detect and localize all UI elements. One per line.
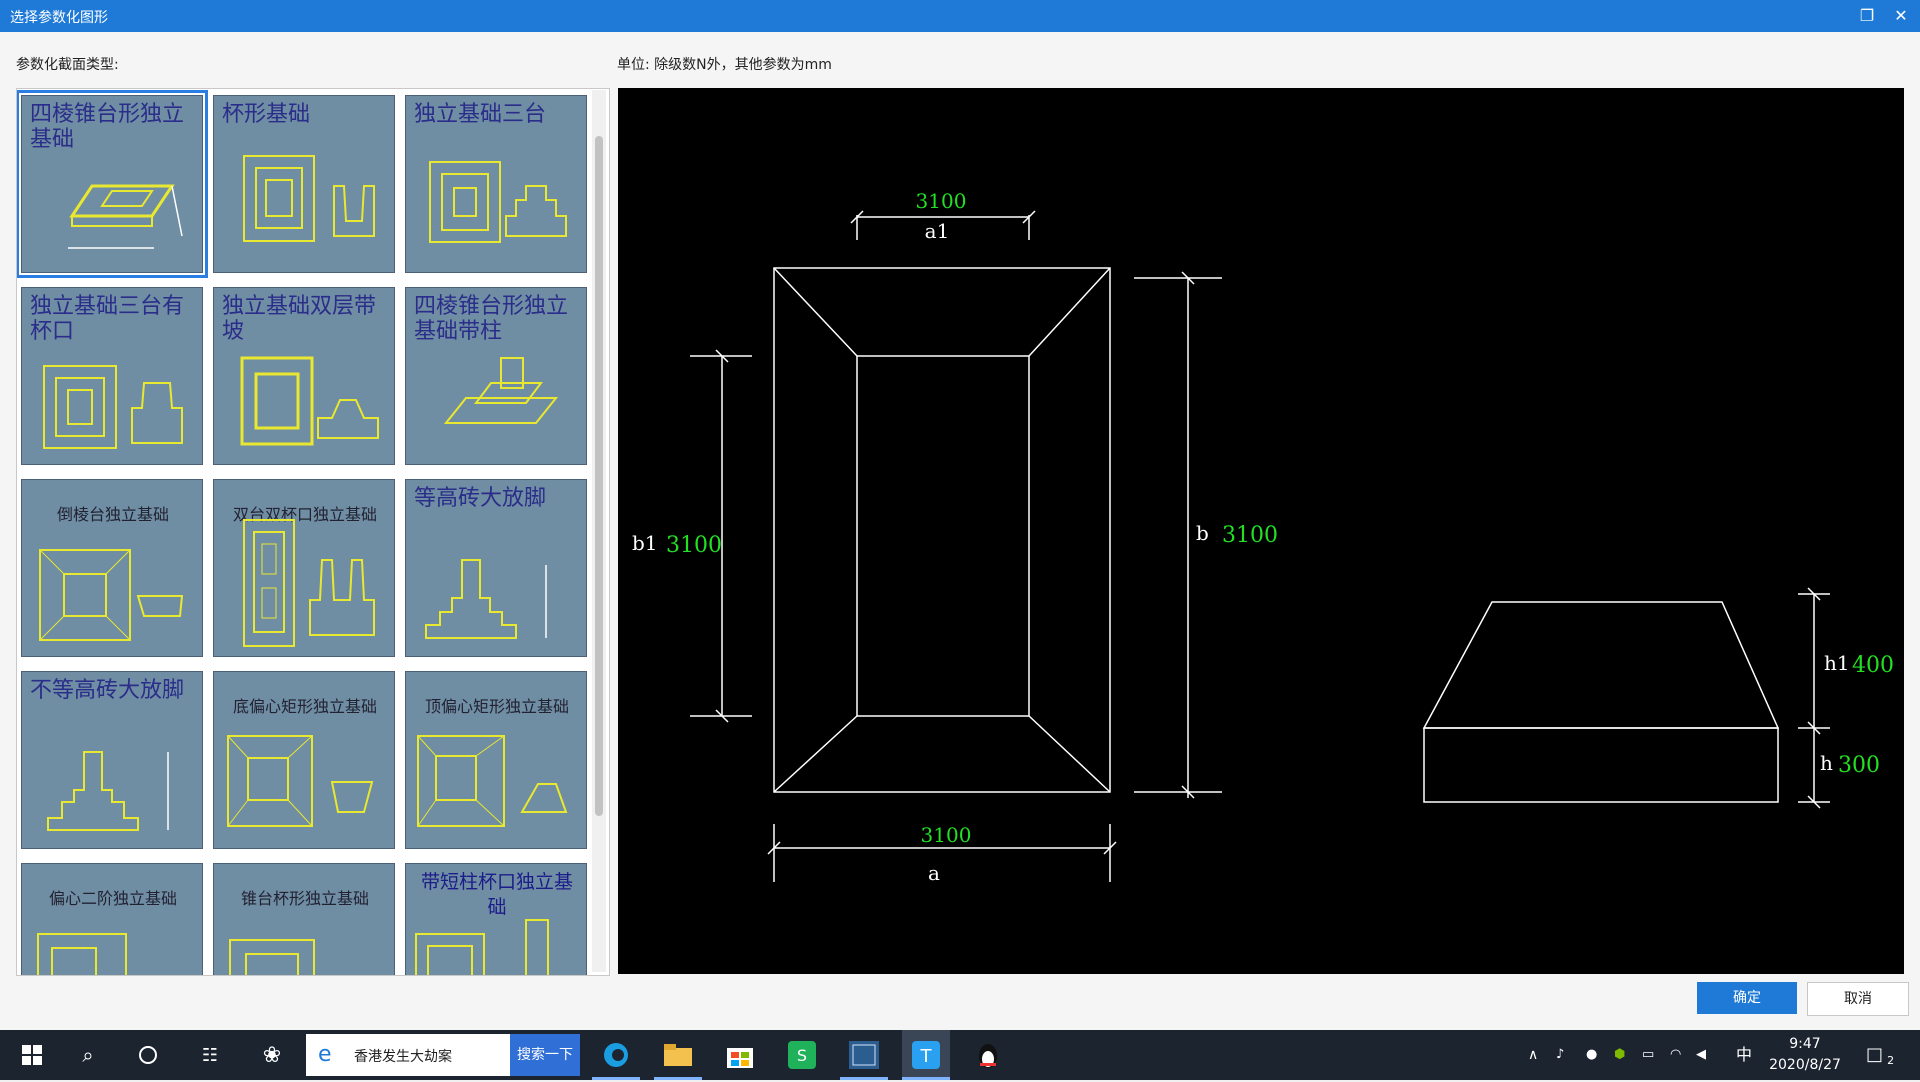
clock-time: 9:47 bbox=[1789, 1036, 1821, 1052]
pyramid-column-thumb-icon bbox=[443, 357, 559, 424]
tile-pyramid-footing-with-column[interactable]: 四棱锥台形独立基础带柱 bbox=[405, 287, 587, 465]
tile-equal-brick-footing[interactable]: 等高砖大放脚 bbox=[405, 479, 587, 657]
tile-inverted-frustum-footing[interactable]: 倒棱台独立基础 bbox=[21, 479, 203, 657]
window-title: 选择参数化图形 bbox=[10, 10, 108, 26]
unequal-brick-thumb-icon bbox=[47, 751, 169, 831]
t-app-icon[interactable]: T bbox=[902, 1030, 950, 1080]
bottom-eccentric-thumb-icon bbox=[227, 735, 374, 827]
h1-label: h1 bbox=[1824, 651, 1850, 675]
window-titlebar: 选择参数化图形 ❐ ✕ bbox=[0, 0, 1920, 32]
cad-app-icon[interactable] bbox=[840, 1030, 888, 1080]
qq-penguin-icon[interactable] bbox=[964, 1030, 1012, 1080]
tile-frustum-cup-footing[interactable]: 锥台杯形独立基础 bbox=[213, 863, 395, 975]
store-icon[interactable] bbox=[716, 1030, 764, 1080]
equal-brick-thumb-icon bbox=[425, 559, 547, 639]
clock-date: 2020/8/27 bbox=[1769, 1057, 1841, 1073]
search-text: 香港发生大劫案 bbox=[354, 1049, 452, 1065]
tray-chevron-icon[interactable]: ∧ bbox=[1528, 1030, 1548, 1080]
a1-label: a1 bbox=[925, 219, 950, 243]
cortana-icon[interactable] bbox=[124, 1030, 172, 1080]
top-eccentric-thumb-icon bbox=[417, 735, 568, 827]
b1-value: 3100 bbox=[666, 533, 722, 558]
section-type-label: 参数化截面类型: bbox=[16, 57, 119, 73]
ie-logo-icon: e bbox=[318, 1042, 332, 1067]
close-icon[interactable]: ✕ bbox=[1886, 4, 1916, 28]
battery-icon[interactable]: ▭ bbox=[1642, 1030, 1662, 1080]
task-view-icon[interactable]: ☷ bbox=[186, 1030, 234, 1080]
svg-text:T: T bbox=[920, 1046, 933, 1067]
b-label: b bbox=[1196, 521, 1209, 545]
plan-inner-rect bbox=[856, 355, 1030, 717]
shape-gallery[interactable]: 四棱锥台形独立基础 杯形基础 独立基础三台 独立基础三台有杯口 独立基础双层带坡… bbox=[16, 88, 610, 976]
notification-bell-icon[interactable]: ♪ bbox=[1556, 1030, 1576, 1080]
tile-unequal-brick-footing[interactable]: 不等高砖大放脚 bbox=[21, 671, 203, 849]
security-tray-icon[interactable]: ⬢ bbox=[1614, 1030, 1634, 1080]
a-label: a bbox=[928, 861, 940, 885]
pyramid-footing-thumb-icon bbox=[68, 184, 183, 249]
plan-outer-rect bbox=[773, 267, 1111, 793]
tile-two-layer-sloped-footing[interactable]: 独立基础双层带坡 bbox=[213, 287, 395, 465]
three-step-footing-thumb-icon bbox=[429, 161, 567, 243]
inverted-frustum-thumb-icon bbox=[39, 549, 184, 641]
gallery-scrollbar-thumb[interactable] bbox=[595, 136, 603, 816]
cancel-button[interactable]: 取消 bbox=[1807, 982, 1909, 1016]
unit-label: 单位: 除级数N外，其他参数为mm bbox=[617, 57, 832, 73]
three-step-cup-thumb-icon bbox=[43, 365, 183, 449]
cup-footing-thumb-icon bbox=[243, 155, 375, 242]
h-label: h bbox=[1820, 751, 1833, 775]
edge-icon[interactable] bbox=[592, 1030, 640, 1080]
taskbar-search-box[interactable]: e 香港发生大劫案 bbox=[306, 1034, 510, 1076]
b-value: 3100 bbox=[1222, 523, 1278, 548]
dialog-body: 参数化截面类型: 单位: 除级数N外，其他参数为mm 四棱锥台形独立基础 杯形基… bbox=[0, 32, 1920, 1030]
eccentric-two-step-thumb-icon bbox=[37, 933, 127, 975]
h-value: 300 bbox=[1838, 753, 1880, 778]
tile-three-step-footing[interactable]: 独立基础三台 bbox=[405, 95, 587, 273]
qq-tray-icon[interactable]: ● bbox=[1586, 1030, 1606, 1080]
tile-short-column-cup-footing[interactable]: 带短柱杯口独立基础 bbox=[405, 863, 587, 975]
h1-value: 400 bbox=[1852, 653, 1894, 678]
taskbar: ⌕ ☷ ❀ e 香港发生大劫案 搜索一下 S T ∧ ♪ ● ⬢ ▭ ◠ ◀ 中… bbox=[0, 1030, 1920, 1080]
tile-pyramid-footing[interactable]: 四棱锥台形独立基础 bbox=[17, 90, 208, 278]
section-frustum bbox=[1422, 601, 1780, 729]
search-icon[interactable]: ⌕ bbox=[64, 1030, 112, 1080]
taskbar-clock[interactable]: 9:47 2020/8/27 bbox=[1752, 1034, 1858, 1076]
frustum-cup-thumb-icon bbox=[229, 939, 315, 975]
ok-button[interactable]: 确定 bbox=[1697, 982, 1797, 1014]
tile-cup-footing[interactable]: 杯形基础 bbox=[213, 95, 395, 273]
action-center-icon[interactable]: □ 2 bbox=[1866, 1030, 1906, 1080]
wifi-icon[interactable]: ◠ bbox=[1670, 1030, 1690, 1080]
file-explorer-icon[interactable] bbox=[654, 1030, 702, 1080]
wps-sheets-icon[interactable]: S bbox=[778, 1030, 826, 1080]
tile-three-step-cup-footing[interactable]: 独立基础三台有杯口 bbox=[21, 287, 203, 465]
volume-icon[interactable]: ◀ bbox=[1696, 1030, 1716, 1080]
double-cup-thumb-icon bbox=[243, 519, 375, 647]
section-base bbox=[1423, 727, 1779, 803]
two-layer-sloped-thumb-icon bbox=[240, 356, 379, 446]
a-value: 3100 bbox=[921, 823, 972, 847]
search-button[interactable]: 搜索一下 bbox=[510, 1034, 580, 1076]
windows-start-icon[interactable] bbox=[8, 1030, 56, 1080]
b1-label: b1 bbox=[632, 531, 658, 555]
action-center-glyph: □ bbox=[1866, 1044, 1884, 1065]
short-column-cup-thumb-icon bbox=[415, 919, 549, 975]
footing-drawing: 3100 a1 b1 3100 b 3100 3100 a h1 400 h 3… bbox=[632, 189, 1894, 885]
tile-eccentric-two-step-footing[interactable]: 偏心二阶独立基础 bbox=[21, 863, 203, 975]
app-swirl-icon[interactable]: ❀ bbox=[248, 1030, 296, 1080]
notification-count: 2 bbox=[1887, 1054, 1895, 1067]
a1-value: 3100 bbox=[916, 189, 967, 213]
preview-canvas: 3100 a1 b1 3100 b 3100 3100 a h1 400 h 3… bbox=[618, 88, 1904, 974]
tile-bottom-eccentric-footing[interactable]: 底偏心矩形独立基础 bbox=[213, 671, 395, 849]
svg-text:S: S bbox=[797, 1046, 807, 1065]
restore-icon[interactable]: ❐ bbox=[1852, 4, 1882, 28]
tile-double-cup-footing[interactable]: 双台双杯口独立基础 bbox=[213, 479, 395, 657]
tile-top-eccentric-footing[interactable]: 顶偏心矩形独立基础 bbox=[405, 671, 587, 849]
gallery-scrollbar[interactable] bbox=[592, 90, 606, 972]
